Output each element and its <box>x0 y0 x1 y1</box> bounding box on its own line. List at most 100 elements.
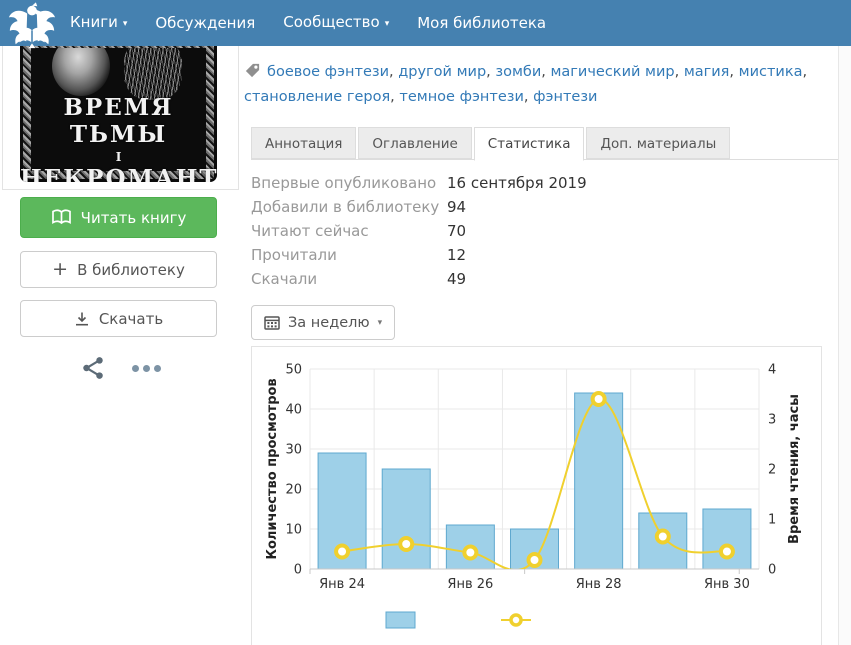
tag-separator: , <box>675 64 684 80</box>
line-point[interactable] <box>529 554 541 566</box>
stat-label: Прочитали <box>251 243 447 267</box>
plus-icon: + <box>52 258 68 280</box>
tab[interactable]: Статистика <box>474 127 585 161</box>
stat-value: 12 <box>447 243 466 267</box>
stats-chart: 0102030405001234Янв 24Янв 26Янв 28Янв 30… <box>252 347 821 645</box>
main-menu: Книги▾ОбсужденияСообщество▾Моя библиотек… <box>56 0 560 46</box>
download-label: Скачать <box>99 310 163 328</box>
tag-separator: , <box>390 89 399 105</box>
add-to-library-button[interactable]: + В библиотеку <box>20 251 217 288</box>
right-axis-title: Время чтения, часы <box>787 394 802 544</box>
more-options-icon[interactable] <box>132 365 161 372</box>
legend-bar-swatch[interactable] <box>386 612 415 628</box>
left-axis-tick-label: 40 <box>285 403 302 418</box>
line-point[interactable] <box>464 547 476 559</box>
tag-separator: , <box>802 64 807 80</box>
site-logo[interactable] <box>6 1 58 55</box>
right-axis-tick-label: 1 <box>768 513 776 528</box>
menu-item[interactable]: Книги▾ <box>56 0 141 48</box>
left-axis-tick-label: 30 <box>285 443 302 458</box>
tag-link[interactable]: фэнтези <box>533 89 597 105</box>
add-to-library-label: В библиотеку <box>77 261 185 279</box>
download-button[interactable]: Скачать <box>20 300 217 337</box>
left-axis-tick-label: 20 <box>285 483 302 498</box>
stat-label: Скачали <box>251 267 447 291</box>
tag-link[interactable]: другой мир <box>398 64 486 80</box>
stat-row: Добавили в библиотеку94 <box>251 195 587 219</box>
tabs-row: АннотацияОглавлениеСтатистикаДоп. матери… <box>251 127 838 160</box>
genre-tags: боевое фэнтези, другой мир, зомби, магич… <box>244 60 836 110</box>
tag-separator: , <box>389 64 398 80</box>
bar[interactable] <box>703 509 751 569</box>
line-point[interactable] <box>336 546 348 558</box>
phoenix-book-logo-icon <box>6 1 58 51</box>
stat-value: 16 сентября 2019 <box>447 171 587 195</box>
right-axis-tick-label: 2 <box>768 463 776 478</box>
chevron-down-icon: ▾ <box>378 318 383 328</box>
line-point[interactable] <box>593 393 605 405</box>
left-axis-tick-label: 10 <box>285 523 302 538</box>
stat-label: Добавили в библиотеку <box>251 195 447 219</box>
tag-link[interactable]: магический мир <box>550 64 674 80</box>
x-axis-label: Янв 26 <box>447 577 493 592</box>
stat-label: Читают сейчас <box>251 219 447 243</box>
stat-value: 49 <box>447 267 466 291</box>
navbar: Книги▾ОбсужденияСообщество▾Моя библиотек… <box>0 0 851 46</box>
menu-item[interactable]: Сообщество▾ <box>269 0 403 48</box>
cover-title-line3: НЕКРОМАНТ <box>20 165 217 182</box>
tag-separator: , <box>486 64 495 80</box>
legend-line-marker[interactable] <box>511 615 521 625</box>
tag-link[interactable]: темное фэнтези <box>399 89 524 105</box>
page: Книги▾ОбсужденияСообщество▾Моя библиотек… <box>0 0 851 645</box>
menu-item[interactable]: Обсуждения <box>141 0 269 46</box>
right-axis-tick-label: 4 <box>768 363 776 378</box>
stats-chart-card: 0102030405001234Янв 24Янв 26Янв 28Янв 30… <box>251 346 822 645</box>
period-filter-button[interactable]: За неделю ▾ <box>251 305 395 340</box>
share-icon[interactable] <box>80 355 106 381</box>
menu-item[interactable]: Моя библиотека <box>403 0 560 46</box>
open-book-icon <box>51 209 72 226</box>
chevron-down-icon: ▾ <box>385 19 390 29</box>
book-cover-card: ВРЕМЯ ТЬМЫ І НЕКРОМАНТ <box>2 46 239 190</box>
tab[interactable]: Оглавление <box>358 127 471 159</box>
bar[interactable] <box>382 469 430 569</box>
stat-value: 94 <box>447 195 466 219</box>
bar[interactable] <box>575 393 623 569</box>
stat-row: Скачали49 <box>251 267 587 291</box>
tag-link[interactable]: мистика <box>739 64 803 80</box>
stat-value: 70 <box>447 219 466 243</box>
stat-label: Впервые опубликовано <box>251 171 447 195</box>
line-point[interactable] <box>400 538 412 550</box>
cover-title-line2: І <box>20 150 217 164</box>
calendar-icon <box>264 315 280 330</box>
tab[interactable]: Аннотация <box>251 127 356 159</box>
download-icon <box>74 311 90 327</box>
x-axis-label: Янв 28 <box>576 577 622 592</box>
read-book-label: Читать книгу <box>81 209 187 227</box>
right-axis-tick-label: 3 <box>768 413 776 428</box>
stat-row: Впервые опубликовано16 сентября 2019 <box>251 171 587 195</box>
stats-list: Впервые опубликовано16 сентября 2019Доба… <box>251 171 587 291</box>
left-axis-tick-label: 50 <box>285 363 302 378</box>
tab[interactable]: Доп. материалы <box>586 127 730 159</box>
line-point[interactable] <box>721 546 733 558</box>
line-point[interactable] <box>657 531 669 543</box>
x-axis-label: Янв 30 <box>704 577 750 592</box>
tag-separator: , <box>524 89 533 105</box>
read-book-button[interactable]: Читать книгу <box>20 197 217 238</box>
tag-separator: , <box>729 64 738 80</box>
left-axis-tick-label: 0 <box>294 563 302 578</box>
page-right-gutter <box>838 46 851 645</box>
right-axis-tick-label: 0 <box>768 563 776 578</box>
tag-link[interactable]: магия <box>684 64 730 80</box>
tag-link[interactable]: зомби <box>495 64 541 80</box>
stat-row: Читают сейчас70 <box>251 219 587 243</box>
left-axis-title: Количество просмотров <box>265 378 280 559</box>
period-filter-label: За неделю <box>288 315 370 331</box>
chevron-down-icon: ▾ <box>123 19 128 29</box>
tag-link[interactable]: боевое фэнтези <box>267 64 389 80</box>
tag-icon <box>244 62 261 79</box>
book-cover[interactable]: ВРЕМЯ ТЬМЫ І НЕКРОМАНТ <box>20 46 217 182</box>
stat-row: Прочитали12 <box>251 243 587 267</box>
tag-link[interactable]: становление героя <box>244 89 390 105</box>
